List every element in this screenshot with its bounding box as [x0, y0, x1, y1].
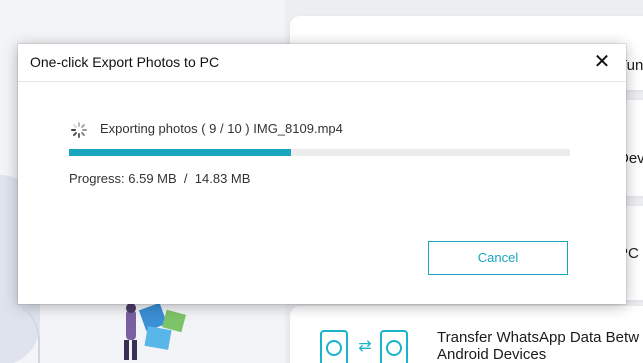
dialog-title: One-click Export Photos to PC [30, 54, 220, 70]
progress-separator: / [183, 171, 188, 186]
feature-card-title: Transfer WhatsApp Data Betw [437, 329, 640, 346]
status-prefix: Exporting photos [100, 121, 198, 136]
progress-text: Progress: 6.59 MB / 14.83 MB [69, 171, 250, 186]
transfer-arrows-icon: ⇄ [358, 338, 372, 355]
status-counter: ( 9 / 10 ) [201, 121, 250, 136]
cancel-button[interactable]: Cancel [428, 241, 568, 275]
progress-label: Progress: [69, 171, 125, 186]
loading-spinner-icon [71, 122, 87, 138]
export-dialog: One-click Export Photos to PC ✕ Exportin… [18, 44, 626, 304]
dialog-divider [18, 81, 626, 82]
illustration-icon [124, 302, 186, 360]
progress-bar [69, 149, 570, 156]
phone-whatsapp-icon [380, 330, 408, 363]
feature-card-subtitle: Android Devices [437, 346, 547, 363]
progress-bar-fill [69, 149, 292, 156]
close-icon[interactable]: ✕ [591, 51, 613, 73]
status-filename: IMG_8109.mp4 [253, 121, 343, 136]
export-status: Exporting photos ( 9 / 10 ) IMG_8109.mp4 [100, 121, 343, 136]
phone-whatsapp-icon [320, 330, 348, 363]
progress-total: 14.83 MB [194, 171, 251, 186]
progress-done: 6.59 MB [128, 171, 177, 186]
